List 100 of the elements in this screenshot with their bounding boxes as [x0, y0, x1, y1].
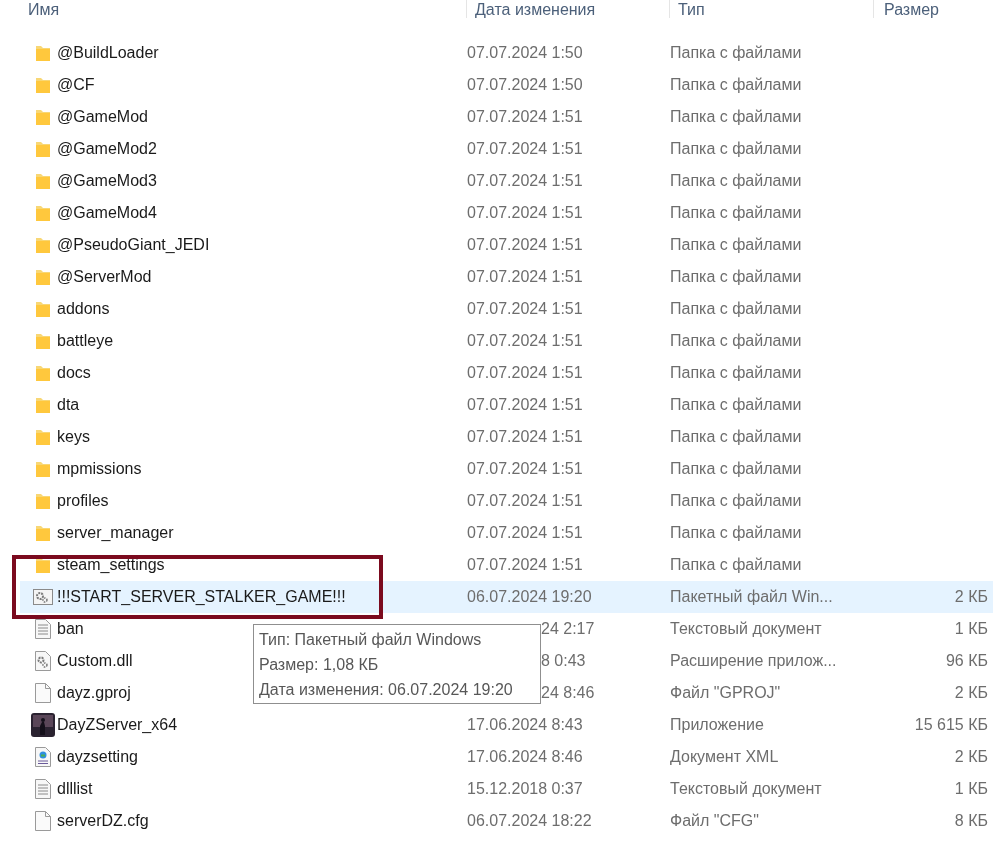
file-name: dlllist [57, 779, 93, 799]
modified-date: 07.07.2024 1:51 [467, 268, 583, 285]
file-size: 96 КБ [945, 651, 988, 671]
app-icon [30, 713, 55, 737]
file-type: Папка с файлами [670, 268, 802, 285]
modified-date: 07.07.2024 1:51 [467, 364, 583, 381]
file-type: Пакетный файл Win... [670, 588, 833, 605]
folder-icon [34, 140, 51, 158]
file-type: Папка с файлами [670, 108, 802, 125]
modified-date: 06.07.2024 19:20 [467, 588, 592, 605]
modified-date: 07.07.2024 1:50 [467, 76, 583, 93]
modified-date: 07.07.2024 1:50 [467, 44, 583, 61]
modified-date: 07.07.2024 1:51 [467, 428, 583, 445]
file-name: DayZServer_x64 [57, 715, 178, 735]
folder-icon [34, 268, 51, 286]
modified-date: 07.07.2024 1:51 [467, 204, 583, 221]
file-name: steam_settings [57, 555, 165, 575]
file-type: Папка с файлами [670, 524, 802, 541]
file-name: @GameMod4 [57, 203, 157, 223]
modified-date: 07.07.2024 1:51 [467, 140, 583, 157]
folder-icon [34, 364, 51, 382]
tooltip-line: Тип: Пакетный файл Windows [259, 630, 483, 650]
file-type: Папка с файлами [670, 396, 802, 413]
folder-icon [34, 44, 51, 62]
column-header[interactable]: Имя [28, 1, 60, 18]
file-type: Папка с файлами [670, 300, 802, 317]
modified-date: 17.06.2024 8:46 [467, 748, 583, 765]
text-document-icon [34, 619, 51, 639]
file-name: @GameMod3 [57, 171, 157, 191]
folder-icon [34, 76, 51, 94]
file-type: Файл "GPROJ" [670, 684, 781, 701]
file-name: !!!START_SERVER_STALKER_GAME!!! [57, 587, 346, 607]
modified-date: 24 2:17 [541, 620, 595, 637]
tooltip-line: Размер: 1,08 КБ [259, 655, 380, 675]
file-size: 2 КБ [954, 683, 988, 703]
modified-date: 17.06.2024 8:43 [467, 716, 583, 733]
modified-date: 07.07.2024 1:51 [467, 300, 583, 317]
file-size: 2 КБ [954, 747, 988, 767]
file-name: serverDZ.cfg [57, 811, 149, 831]
file-type: Папка с файлами [670, 428, 802, 445]
file-name: battleye [57, 331, 114, 351]
folder-icon [34, 300, 51, 318]
folder-icon [34, 204, 51, 222]
modified-date: 06.07.2024 18:22 [467, 812, 592, 829]
tooltip-line: Дата изменения: 06.07.2024 19:20 [259, 680, 514, 700]
file-type: Папка с файлами [670, 332, 802, 349]
web-document-icon [34, 747, 51, 767]
file-name: @GameMod [57, 107, 148, 127]
file-type: Папка с файлами [670, 204, 802, 221]
file-name: @CF [57, 75, 95, 95]
gear-document-icon [34, 651, 51, 671]
file-size: 1 КБ [954, 779, 988, 799]
file-type: Папка с файлами [670, 364, 802, 381]
file-type: Текстовый документ [670, 620, 822, 637]
file-name: mpmissions [57, 459, 142, 479]
file-type: Текстовый документ [670, 780, 822, 797]
file-name: server_manager [57, 523, 174, 543]
modified-date: 07.07.2024 1:51 [467, 108, 583, 125]
modified-date: 07.07.2024 1:51 [467, 556, 583, 573]
file-name: @GameMod2 [57, 139, 157, 159]
column-header[interactable]: Дата изменения [475, 1, 596, 18]
file-name: @BuildLoader [57, 43, 159, 63]
modified-date: 8 0:43 [541, 652, 586, 669]
blank-document-icon [34, 811, 51, 831]
file-size: 2 КБ [954, 587, 988, 607]
folder-icon [34, 460, 51, 478]
column-header[interactable]: Размер [884, 1, 939, 18]
file-type: Папка с файлами [670, 460, 802, 477]
folder-icon [34, 428, 51, 446]
text-document-icon [34, 779, 51, 799]
gear-window-icon [32, 589, 53, 605]
folder-icon [34, 108, 51, 126]
file-type: Приложение [670, 716, 764, 733]
file-size: 1 КБ [954, 619, 988, 639]
file-name: keys [57, 427, 90, 447]
file-name: ban [57, 619, 84, 639]
file-name: dayzsetting [57, 747, 138, 767]
folder-icon [34, 492, 51, 510]
file-name: Custom.dll [57, 651, 133, 671]
folder-icon [34, 236, 51, 254]
modified-date: 07.07.2024 1:51 [467, 492, 583, 509]
file-size: 15 615 КБ [914, 715, 988, 735]
column-header[interactable]: Тип [678, 1, 705, 18]
file-type: Папка с файлами [670, 44, 802, 61]
file-type: Документ XML [670, 748, 779, 765]
file-name: @ServerMod [57, 267, 152, 287]
file-type: Папка с файлами [670, 492, 802, 509]
file-type: Папка с файлами [670, 76, 802, 93]
file-name: dta [57, 395, 80, 415]
folder-icon [34, 332, 51, 350]
file-row[interactable]: !!!START_SERVER_STALKER_GAME!!! 06.07.2024 19:20 Пакетный файл Win... 2 КБ [20, 581, 993, 613]
modified-date: 07.07.2024 1:51 [467, 172, 583, 189]
modified-date: 07.07.2024 1:51 [467, 524, 583, 541]
file-name: @PseudoGiant_JEDI [57, 235, 210, 255]
file-type: Папка с файлами [670, 140, 802, 157]
modified-date: 07.07.2024 1:51 [467, 460, 583, 477]
file-type: Расширение прилож... [670, 652, 837, 669]
file-name: profiles [57, 491, 109, 511]
modified-date: 07.07.2024 1:51 [467, 396, 583, 413]
file-name: docs [57, 363, 91, 383]
